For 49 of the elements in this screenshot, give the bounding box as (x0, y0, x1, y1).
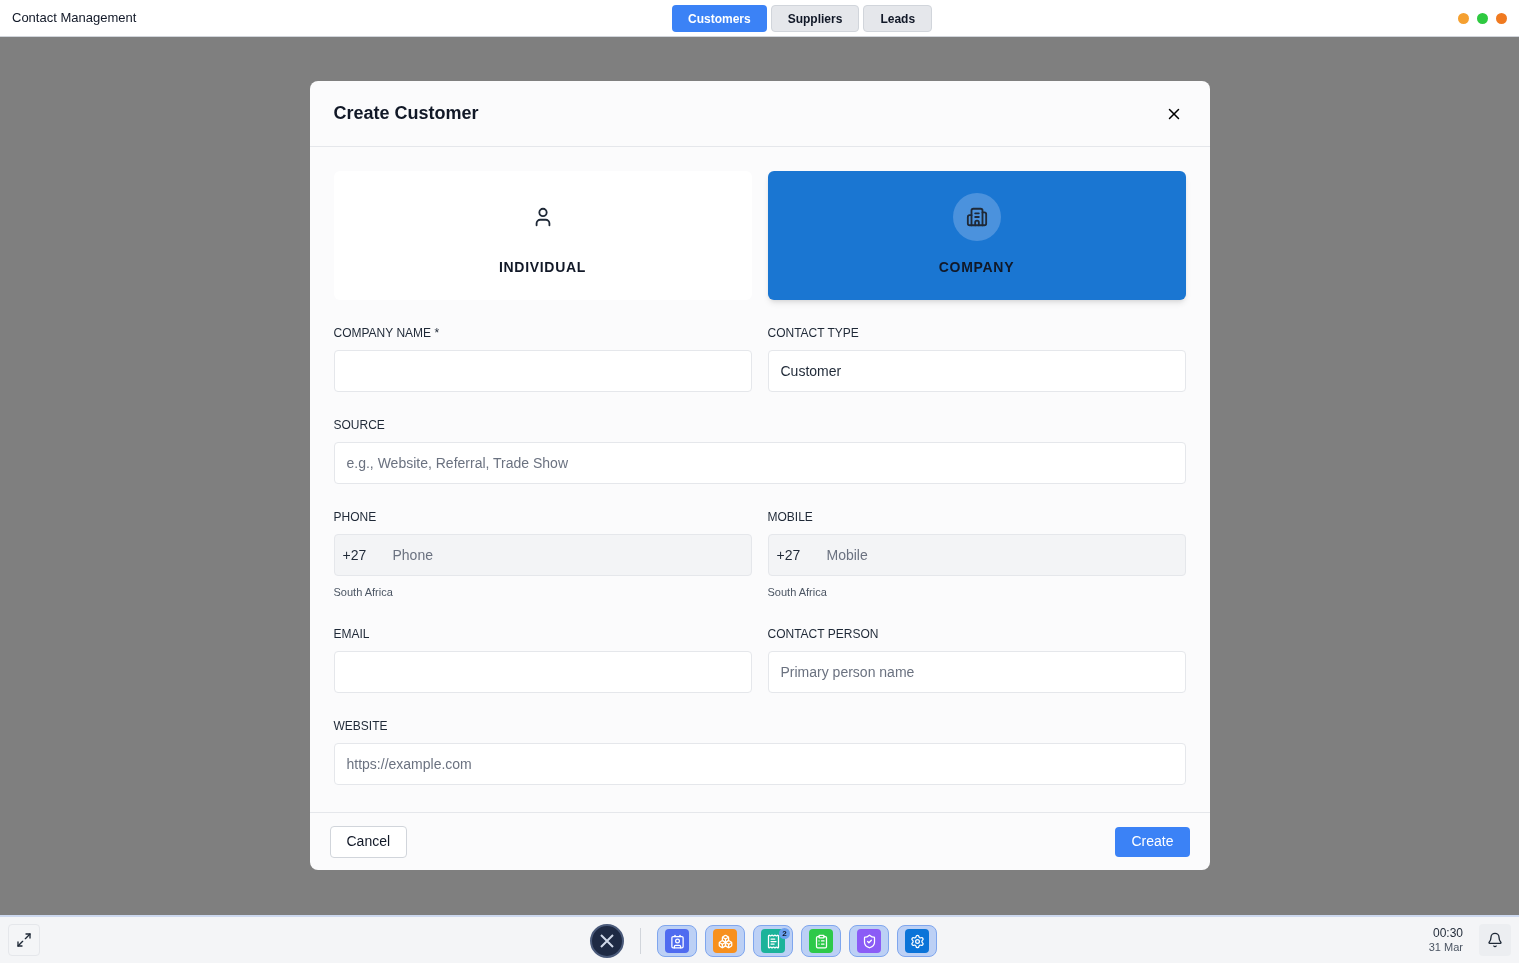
phone-field[interactable]: +27 Phone (333, 534, 752, 576)
window-control[interactable] (1458, 12, 1469, 24)
clock-date: 31 Mar (1428, 940, 1463, 955)
window-control[interactable] (1496, 12, 1507, 24)
expand-button[interactable] (8, 924, 40, 956)
input-field[interactable]: https://example.com (333, 742, 1186, 785)
field-label: MOBILE (767, 509, 813, 526)
field-hint: South Africa (767, 585, 827, 600)
window-title: Contact Management (12, 9, 137, 28)
bell-icon (1487, 932, 1503, 948)
tab[interactable]: Leads (863, 5, 933, 32)
type-option[interactable]: INDIVIDUAL (333, 171, 752, 300)
notification-button[interactable] (1479, 924, 1511, 956)
type-option[interactable]: COMPANY (767, 171, 1186, 300)
field-label: CONTACT PERSON (767, 625, 879, 643)
app-button[interactable] (801, 925, 841, 957)
field-label: EMAIL (333, 625, 370, 643)
app-button[interactable] (705, 925, 745, 957)
window-control[interactable] (1477, 12, 1488, 24)
field-label: CONTACT TYPE (767, 325, 859, 342)
input-field[interactable]: Primary person name (767, 650, 1186, 693)
country-code: +27 (342, 545, 368, 565)
input-field[interactable]: e.g., Website, Referral, Trade Show (333, 442, 1186, 484)
app-button[interactable] (849, 925, 889, 957)
app-button[interactable] (657, 925, 697, 957)
input-field[interactable]: Phone (392, 544, 743, 566)
tab[interactable]: Customers (672, 5, 767, 32)
field-label: PHONE (333, 509, 377, 526)
input-field[interactable] (333, 650, 752, 693)
country-code: +27 (776, 545, 802, 565)
app-button[interactable] (897, 925, 937, 957)
cancel-button[interactable]: Cancel (329, 825, 408, 858)
field-label: WEBSITE (333, 717, 388, 735)
expand-icon (16, 932, 32, 948)
clock-time: 00:30 (1432, 925, 1463, 941)
tab[interactable]: Suppliers (770, 5, 860, 32)
logo-icon[interactable] (590, 924, 624, 958)
field-label: COMPANY NAME * (333, 325, 440, 342)
input-field[interactable] (333, 350, 752, 392)
building-icon (952, 193, 1001, 241)
app-button[interactable]: 2 (753, 925, 793, 957)
field-label: SOURCE (333, 417, 385, 434)
phone-field[interactable]: +27 Mobile (767, 534, 1186, 576)
dialog-title: Create Customer (333, 102, 479, 125)
input-field[interactable]: Mobile (826, 544, 1177, 566)
create-button[interactable]: Create (1115, 826, 1190, 857)
input-field[interactable]: Customer (767, 350, 1186, 392)
badge: 2 (779, 928, 790, 939)
field-hint: South Africa (333, 585, 393, 600)
